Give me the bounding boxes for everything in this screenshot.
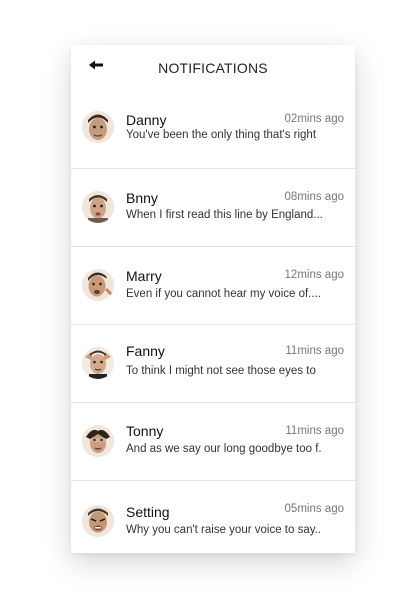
sender-name: Danny <box>126 112 167 128</box>
notifications-screen: NOTIFICATIONS Danny 02mins ago You've be… <box>71 45 355 553</box>
notification-item[interactable]: Marry 12mins ago Even if you cannot hear… <box>71 247 355 325</box>
avatar <box>82 111 114 143</box>
sender-name: Fanny <box>126 343 165 359</box>
notification-list: Danny 02mins ago You've been the only th… <box>71 91 355 553</box>
timestamp: 11mins ago <box>285 425 344 437</box>
avatar <box>82 191 114 223</box>
sender-name: Tonny <box>126 423 164 439</box>
avatar <box>82 269 114 301</box>
notification-item[interactable]: Danny 02mins ago You've been the only th… <box>71 91 355 169</box>
message-preview: Why you can't raise your voice to say.. <box>126 524 322 536</box>
avatar <box>82 505 114 537</box>
notification-item[interactable]: Fanny 11mins ago To think I might not se… <box>71 325 355 403</box>
notification-item[interactable]: Setting 05mins ago Why you can't raise y… <box>71 481 355 553</box>
timestamp: 02mins ago <box>284 113 344 125</box>
message-preview: You've been the only thing that's right <box>126 129 317 141</box>
message-preview: Even if you cannot hear my voice of.... <box>126 288 321 300</box>
sender-name: Setting <box>126 504 170 520</box>
page-title: NOTIFICATIONS <box>158 60 268 76</box>
message-preview: When I first read this line by England..… <box>126 209 323 221</box>
sender-name: Bnny <box>126 190 158 206</box>
avatar <box>82 347 114 379</box>
timestamp: 05mins ago <box>284 503 344 515</box>
sender-name: Marry <box>126 268 162 284</box>
timestamp: 08mins ago <box>284 191 344 203</box>
message-preview: And as we say our long goodbye too f. <box>126 443 322 455</box>
notification-item[interactable]: Tonny 11mins ago And as we say our long … <box>71 403 355 481</box>
timestamp: 12mins ago <box>284 269 344 281</box>
avatar <box>82 425 114 457</box>
header-bar: NOTIFICATIONS <box>71 45 355 92</box>
message-preview: To think I might not see those eyes to <box>126 365 316 377</box>
notification-item[interactable]: Bnny 08mins ago When I first read this l… <box>71 169 355 247</box>
timestamp: 11mins ago <box>285 345 344 357</box>
